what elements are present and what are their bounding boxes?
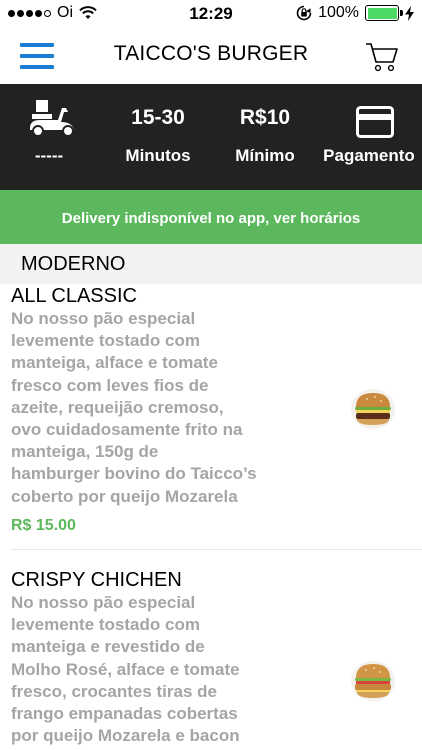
minimum-order-value: R$10 xyxy=(239,106,291,129)
delivery-info: ----- xyxy=(18,84,80,190)
payment-label: Pagamento xyxy=(323,146,415,165)
shopping-cart-icon[interactable] xyxy=(364,38,400,74)
description-line: manteiga, 150g de xyxy=(11,442,159,462)
charging-bolt-icon xyxy=(405,5,414,21)
status-right: 100% xyxy=(296,4,414,22)
menu-item-name: ALL CLASSIC xyxy=(11,285,137,307)
battery-icon xyxy=(365,5,403,21)
delivery-time-label: Minutos xyxy=(125,146,191,165)
delivery-time-info: 15-30 Minutos xyxy=(108,84,208,190)
status-bar: Oi 12:29 100% xyxy=(0,0,422,28)
page-title: TAICCO'S BURGER xyxy=(113,42,309,65)
battery-percent: 100% xyxy=(318,4,359,21)
delivery-unavailable-banner[interactable]: Delivery indisponível no app, ver horári… xyxy=(0,190,422,244)
menu-item-price: R$ 15.00 xyxy=(11,517,76,534)
payment-info[interactable]: Pagamento xyxy=(316,84,422,190)
description-line: fresco com leves fios de xyxy=(11,375,209,395)
delivery-time-value: 15-30 xyxy=(131,106,185,129)
description-line: ovo cuidadosamente frito na xyxy=(11,420,243,440)
section-title: MODERNO xyxy=(21,253,126,275)
credit-card-icon xyxy=(356,106,394,138)
description-line: manteiga e revestido de xyxy=(11,637,205,657)
description-line: No nosso pão especial xyxy=(11,309,196,328)
burger-image xyxy=(351,661,395,701)
description-line: No nosso pão especial xyxy=(11,593,196,612)
menu-item[interactable]: ALL CLASSIC No nosso pão especial leveme… xyxy=(0,284,422,550)
description-line: manteiga, alface e tomate xyxy=(11,353,218,373)
item-divider xyxy=(11,549,422,550)
restaurant-info-bar: ----- 15-30 Minutos R$10 Mínimo Pagament… xyxy=(0,84,422,190)
delivery-scooter-icon xyxy=(30,100,74,137)
description-line: frango empanadas cobertas xyxy=(11,704,238,724)
description-line: por queijo Mozarela e bacon xyxy=(11,726,240,746)
burger-image xyxy=(351,389,395,429)
app-header: TAICCO'S BURGER xyxy=(0,28,422,84)
rotation-lock-icon xyxy=(296,5,312,21)
description-line: Molho Rosé, alface e tomate xyxy=(11,659,240,679)
minimum-order-info: R$10 Mínimo xyxy=(220,84,310,190)
menu-item-name: CRISPY CHICHEN xyxy=(11,569,182,591)
description-line: fresco, crocantes tiras de xyxy=(11,681,217,701)
description-line: levemente tostado com xyxy=(11,615,200,635)
menu-item-description: No nosso pão especial levemente tostado … xyxy=(11,592,296,747)
menu-item-description: No nosso pão especial levemente tostado … xyxy=(11,308,296,508)
section-header: MODERNO xyxy=(0,244,422,284)
minimum-order-label: Mínimo xyxy=(235,146,295,165)
menu-item[interactable]: CRISPY CHICHEN No nosso pão especial lev… xyxy=(0,567,422,750)
description-line: hamburger bovino do Taicco’s xyxy=(11,464,257,484)
delivery-value: ----- xyxy=(34,146,64,165)
description-line: azeite, requeijão cremoso, xyxy=(11,397,224,417)
description-line: levemente tostado com xyxy=(11,331,200,351)
description-line: coberto por queijo Mozarela xyxy=(11,486,238,506)
